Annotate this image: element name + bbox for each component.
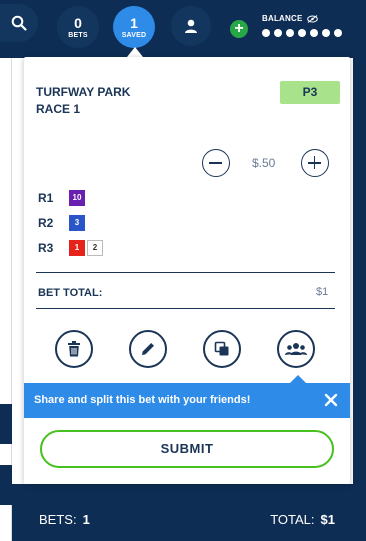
account-button[interactable] (171, 6, 211, 46)
saved-bet-card: TURFWAY PARK RACE 1 P3 $.50 R1 10 R2 3 R… (24, 57, 350, 484)
share-bet-button[interactable] (277, 330, 315, 368)
saved-button[interactable]: 1 SAVED (113, 6, 155, 48)
close-icon[interactable] (322, 391, 340, 409)
leg-row: R2 3 (38, 215, 87, 231)
increase-amount-button[interactable] (301, 149, 329, 177)
eye-slash-icon[interactable] (307, 14, 318, 23)
race-number: RACE 1 (36, 102, 81, 116)
bets-count: 0 (74, 14, 82, 31)
decrease-amount-button[interactable] (202, 149, 230, 177)
submit-button[interactable]: SUBMIT (40, 430, 334, 468)
runner-number: 10 (69, 190, 85, 206)
balance-label: BALANCE (262, 14, 318, 23)
bet-total-label: BET TOTAL: (38, 287, 103, 299)
background-row (0, 404, 12, 444)
leg-label: R1 (38, 191, 54, 205)
background-row (0, 465, 12, 505)
leg-label: R3 (38, 241, 54, 255)
plus-icon: + (234, 20, 244, 37)
saved-count: 1 (130, 14, 138, 31)
footer-total: TOTAL: $1 (270, 512, 335, 527)
divider (36, 308, 335, 309)
footer-bets: BETS: 1 (39, 512, 90, 527)
bet-total-value: $1 (316, 286, 329, 298)
runner-number: 3 (69, 215, 85, 231)
race-info: TURFWAY PARK RACE 1 (36, 84, 130, 118)
track-name: TURFWAY PARK (36, 85, 131, 99)
runner-number: 1 (69, 240, 85, 256)
copy-icon (214, 341, 229, 356)
search-icon (11, 15, 27, 31)
search-button[interactable] (0, 4, 38, 42)
balance-masked (262, 29, 342, 37)
bet-slip-footer: BETS: 1 TOTAL: $1 (12, 484, 366, 541)
bet-amount: $.50 (252, 156, 276, 170)
delete-bet-button[interactable] (55, 330, 93, 368)
bet-type-badge: P3 (280, 81, 340, 104)
trash-icon (68, 341, 80, 357)
leg-row: R3 1 2 (38, 240, 105, 256)
group-icon (285, 343, 307, 355)
runner-number: 2 (87, 240, 103, 256)
share-tooltip: Share and split this bet with your frien… (24, 383, 350, 418)
divider (36, 272, 335, 273)
top-bar: 0 BETS 1 SAVED + BALANCE (0, 0, 366, 58)
leg-label: R2 (38, 216, 54, 230)
user-icon (185, 19, 197, 33)
bets-label: BETS (68, 31, 88, 39)
pencil-icon (142, 343, 154, 355)
share-message: Share and split this bet with your frien… (34, 394, 251, 406)
duplicate-bet-button[interactable] (203, 330, 241, 368)
bets-button[interactable]: 0 BETS (57, 6, 99, 48)
background-page-right (353, 58, 366, 541)
edit-bet-button[interactable] (129, 330, 167, 368)
leg-row: R1 10 (38, 190, 87, 206)
popover-pointer (127, 47, 143, 57)
tooltip-arrow (290, 375, 306, 383)
saved-label: SAVED (121, 31, 147, 39)
add-funds-button[interactable]: + (230, 20, 248, 38)
